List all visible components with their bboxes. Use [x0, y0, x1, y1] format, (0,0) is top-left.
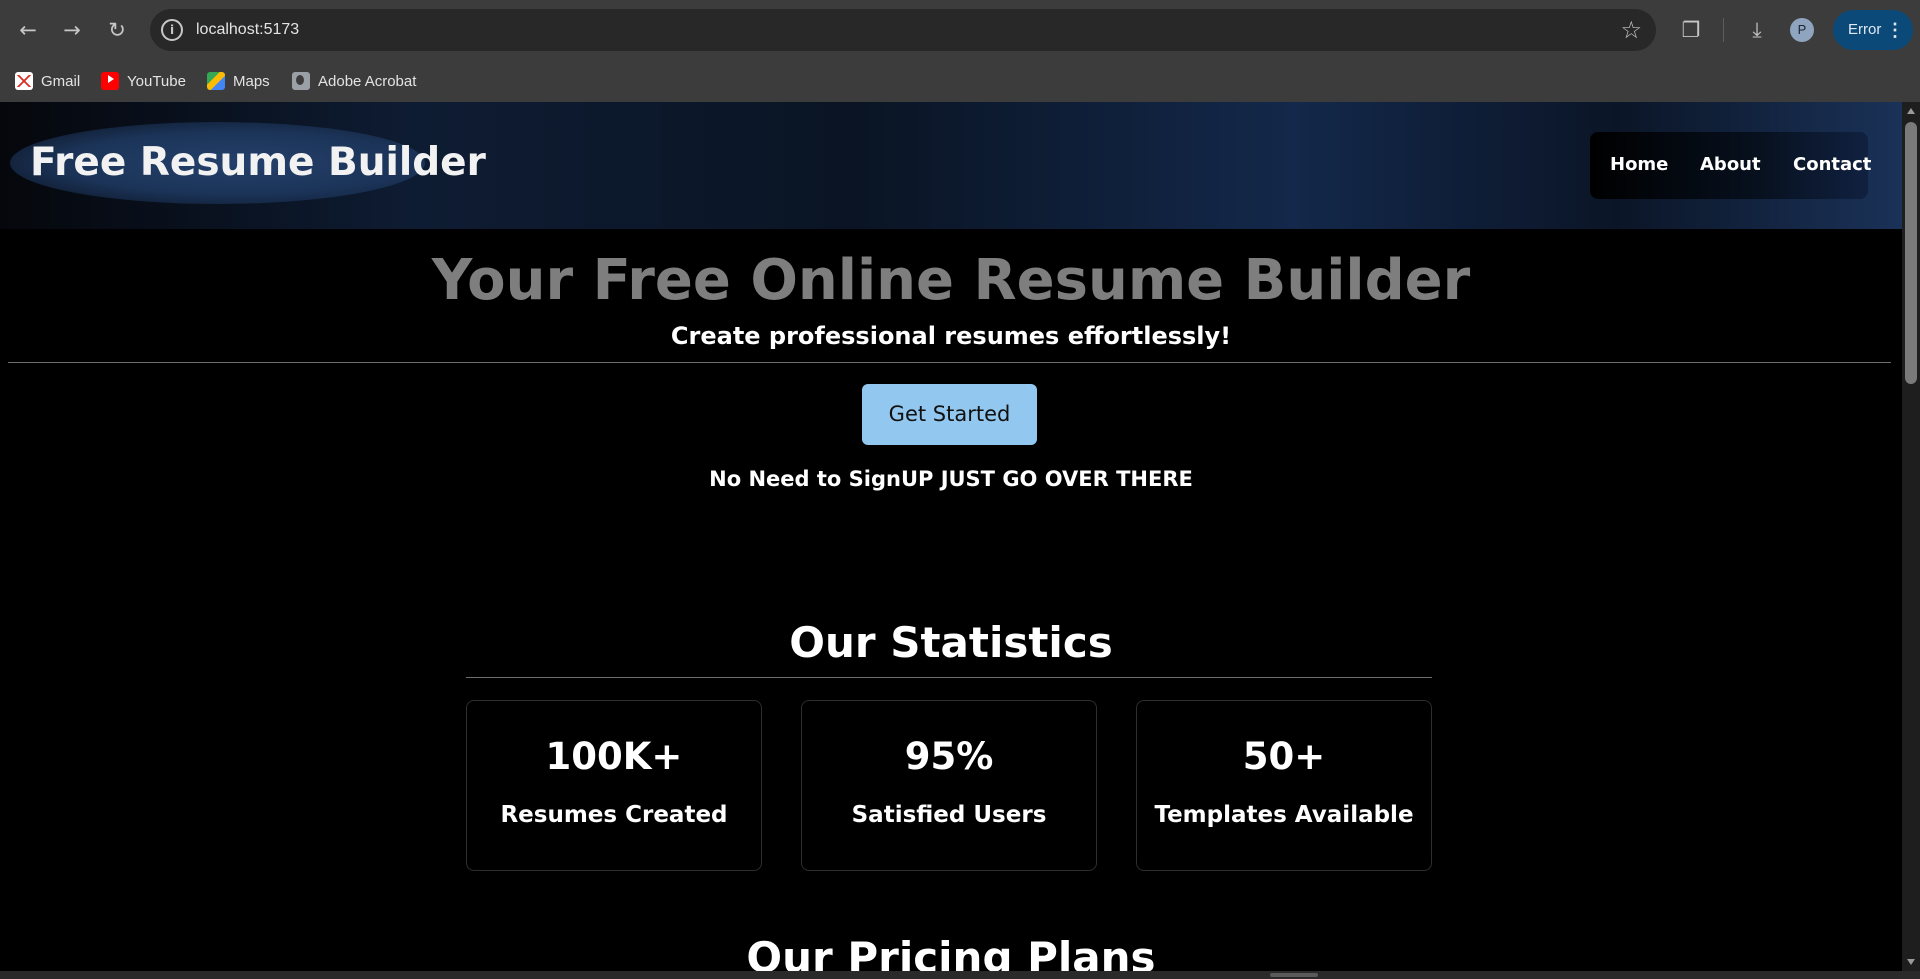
download-icon[interactable]: ⤓	[1741, 14, 1773, 46]
address-bar-url[interactable]: localhost:5173	[196, 19, 299, 41]
bookmark-label: YouTube	[127, 72, 186, 90]
stat-value: 95%	[904, 735, 994, 778]
youtube-icon	[101, 72, 119, 90]
stat-card-users: 95% Satisfied Users	[801, 700, 1097, 871]
stat-card-resumes: 100K+ Resumes Created	[466, 700, 762, 871]
stat-value: 100K+	[545, 735, 683, 778]
stat-label: Satisfied Users	[851, 802, 1047, 828]
bookmark-youtube[interactable]: YouTube	[101, 68, 186, 94]
bookmark-adobe-acrobat[interactable]: Adobe Acrobat	[292, 68, 416, 94]
site-info-icon[interactable]: i	[161, 19, 183, 41]
bookmark-star-icon[interactable]: ☆	[1620, 16, 1642, 44]
bookmark-gmail[interactable]: Gmail	[15, 68, 80, 94]
reload-icon[interactable]: ↻	[101, 14, 133, 46]
profile-avatar[interactable]: P	[1790, 18, 1814, 42]
site-header: Free Resume Builder Home About Contact	[0, 102, 1902, 229]
back-arrow-icon[interactable]: ←	[12, 14, 44, 46]
horizontal-scrollbar-thumb[interactable]	[1270, 973, 1318, 977]
bookmark-label: Gmail	[41, 72, 81, 90]
scrollbar-thumb[interactable]	[1905, 122, 1917, 384]
globe-icon	[292, 72, 310, 90]
scroll-up-arrow-icon[interactable]	[1907, 108, 1915, 114]
hero-title: Your Free Online Resume Builder	[431, 248, 1471, 313]
extensions-icon[interactable]: ❐	[1675, 14, 1707, 46]
vertical-scrollbar[interactable]	[1902, 102, 1920, 971]
get-started-button[interactable]: Get Started	[862, 384, 1037, 445]
error-status-button[interactable]: Error ⋮	[1833, 10, 1913, 50]
bookmarks-bar: Gmail YouTube Maps Adobe Acrobat	[0, 60, 1920, 102]
statistics-divider	[466, 677, 1432, 678]
gmail-icon	[15, 72, 33, 90]
bookmark-label: Maps	[233, 72, 270, 90]
toolbar-divider	[1723, 18, 1724, 42]
hero-subtitle: Create professional resumes effortlessly…	[670, 322, 1232, 350]
stat-value: 50+	[1242, 735, 1326, 778]
maps-icon	[207, 72, 225, 90]
stat-card-templates: 50+ Templates Available	[1136, 700, 1432, 871]
hero-note: No Need to SignUP JUST GO OVER THERE	[709, 467, 1193, 491]
error-status-label: Error	[1848, 21, 1882, 38]
bookmark-label: Adobe Acrobat	[318, 72, 417, 90]
hero-divider	[8, 362, 1891, 363]
browser-chrome: ← → ↻ i localhost:5173 ☆ ❐ ⤓ P Error ⋮ G…	[0, 0, 1920, 102]
page-viewport: Free Resume Builder Home About Contact Y…	[0, 102, 1920, 971]
stat-label: Resumes Created	[500, 802, 728, 828]
scroll-down-arrow-icon[interactable]	[1907, 959, 1915, 965]
stat-label: Templates Available	[1154, 802, 1414, 828]
bookmark-maps[interactable]: Maps	[207, 68, 270, 94]
nav-contact-link[interactable]: Contact	[1793, 154, 1871, 176]
statistics-heading: Our Statistics	[789, 618, 1113, 667]
main-nav: Home About Contact	[1590, 132, 1871, 199]
nav-home-link[interactable]: Home	[1610, 154, 1668, 176]
nav-about-link[interactable]: About	[1700, 154, 1761, 176]
browser-toolbar: ← → ↻ i localhost:5173 ☆ ❐ ⤓ P Error ⋮	[0, 0, 1920, 60]
more-menu-icon[interactable]: ⋮	[1886, 10, 1904, 50]
forward-arrow-icon[interactable]: →	[56, 14, 88, 46]
horizontal-scrollbar[interactable]	[0, 971, 1920, 979]
pricing-heading: Our Pricing Plans	[746, 933, 1156, 971]
site-logo[interactable]: Free Resume Builder	[30, 140, 486, 186]
address-bar[interactable]: i localhost:5173 ☆	[150, 9, 1656, 51]
